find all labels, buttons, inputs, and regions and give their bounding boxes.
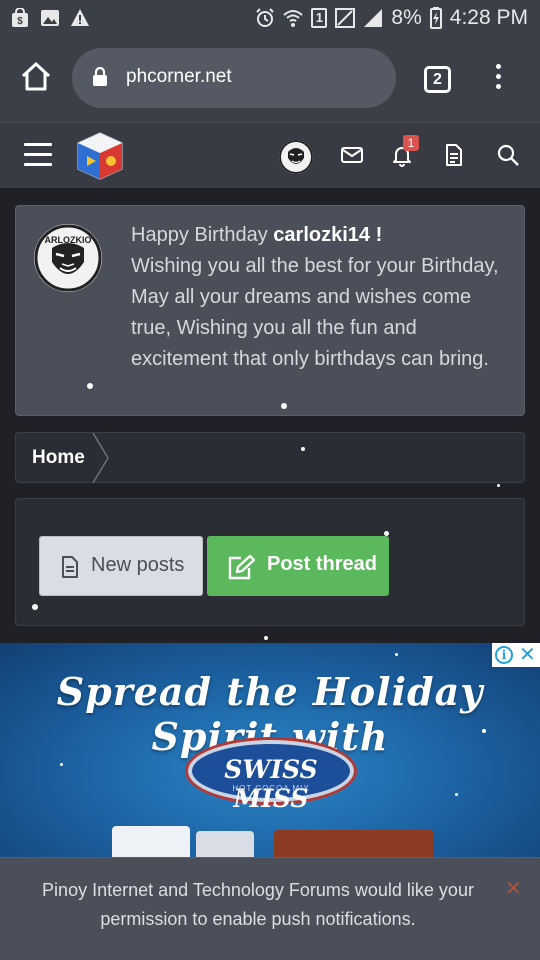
snowflake	[455, 793, 458, 796]
advertisement-banner[interactable]: Spread the Holiday Spirit with SWISS MIS…	[0, 643, 540, 857]
shopping-bag-icon: $	[12, 8, 28, 27]
warning-icon	[71, 9, 89, 26]
no-signal-icon	[335, 8, 356, 28]
birthday-username[interactable]: carlozki14	[273, 224, 370, 246]
new-posts-button[interactable]: New posts	[39, 536, 203, 596]
birthday-exclaim: !	[370, 224, 383, 246]
image-icon	[41, 10, 59, 26]
ad-brand-subtitle: HOT COCOA MIX	[232, 784, 310, 793]
document-icon[interactable]	[442, 143, 466, 167]
birthday-greeting: Happy Birthday	[131, 224, 274, 246]
site-logo[interactable]	[74, 131, 126, 181]
product-box	[274, 830, 434, 857]
push-prompt-message: Pinoy Internet and Technology Forums wou…	[42, 880, 474, 929]
svg-text:$: $	[17, 16, 23, 27]
status-bar: $ 1 8% 4:28 PM	[0, 0, 540, 36]
snowflake	[32, 604, 38, 610]
breadcrumb-home-link[interactable]: Home	[32, 447, 85, 469]
breadcrumb-separator	[92, 433, 109, 483]
user-avatar[interactable]	[279, 140, 313, 174]
battery-icon	[429, 7, 442, 29]
document-icon	[62, 556, 78, 578]
snowflake	[497, 484, 500, 487]
alarm-icon	[256, 8, 275, 27]
breadcrumb: Home	[15, 432, 525, 483]
product-box	[112, 826, 190, 857]
snowflake	[60, 763, 63, 766]
tab-switcher-button[interactable]: 2	[424, 66, 451, 93]
snowflake	[482, 729, 486, 733]
push-permission-prompt: Pinoy Internet and Technology Forums wou…	[0, 857, 540, 960]
post-thread-button[interactable]: Post thread	[207, 536, 389, 596]
snowflake	[281, 403, 287, 409]
snowflake	[395, 653, 398, 656]
address-bar[interactable]: phcorner.net	[72, 48, 396, 108]
wifi-icon	[283, 10, 304, 27]
ad-brand-logo: SWISS MISS HOT COCOA MIX	[188, 740, 354, 813]
clock: 4:28 PM	[449, 6, 528, 29]
envelope-icon[interactable]	[340, 143, 364, 167]
more-vert-icon[interactable]	[488, 64, 508, 94]
ad-choices[interactable]: i ✕	[492, 643, 540, 667]
home-icon[interactable]	[20, 61, 52, 93]
url-text: phcorner.net	[126, 66, 232, 87]
snowflake	[301, 447, 305, 451]
post-thread-label: Post thread	[267, 553, 378, 575]
signal-icon	[364, 9, 383, 27]
close-icon[interactable]: ✕	[505, 876, 522, 901]
birthday-wish: Wishing you all the best for your Birthd…	[131, 255, 499, 370]
menu-icon[interactable]	[24, 143, 52, 167]
ad-close-icon[interactable]: ✕	[519, 644, 536, 666]
search-icon[interactable]	[496, 143, 520, 167]
birthday-message: Happy Birthday carlozki14 ! Wishing you …	[131, 220, 503, 375]
snowflake	[87, 383, 93, 389]
birthday-user-avatar[interactable]: ARLOZKIO	[34, 224, 102, 292]
product-box	[196, 831, 254, 857]
info-icon[interactable]: i	[495, 646, 513, 664]
snowflake	[264, 636, 268, 640]
new-posts-label: New posts	[91, 554, 185, 576]
action-buttons: New posts Post thread	[15, 498, 525, 626]
notification-badge: 1	[403, 135, 419, 151]
site-header: 1	[0, 122, 540, 188]
browser-toolbar: phcorner.net 2	[0, 36, 540, 122]
battery-percent: 8%	[391, 6, 422, 29]
lock-icon	[93, 67, 107, 86]
sim-icon: 1	[311, 8, 328, 28]
edit-icon	[228, 554, 255, 580]
snowflake	[384, 531, 389, 536]
